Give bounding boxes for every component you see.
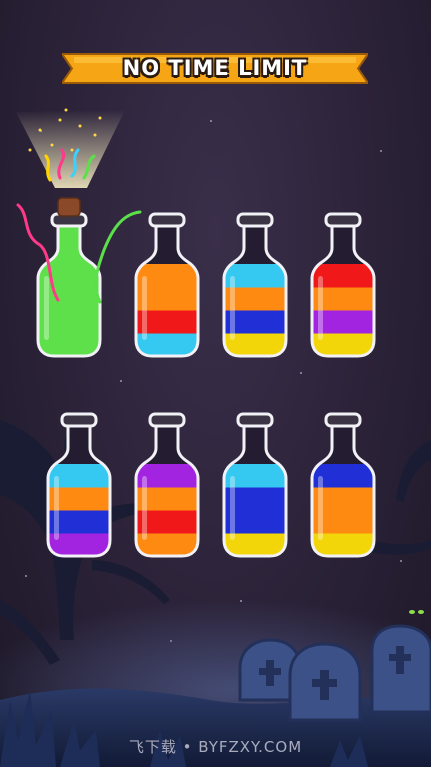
glass-highlight: [318, 476, 323, 540]
glass-highlight: [230, 276, 235, 340]
bottle-2[interactable]: [134, 192, 200, 360]
spooky-background: [0, 420, 431, 767]
glass-highlight: [142, 476, 147, 540]
bottle-rim: [324, 412, 362, 428]
bottle-4[interactable]: [310, 192, 376, 360]
glass-highlight: [142, 276, 147, 340]
bottle-3[interactable]: [222, 192, 288, 360]
bottle-8[interactable]: [310, 392, 376, 560]
bottle-5[interactable]: [46, 392, 112, 560]
bottle-6[interactable]: [134, 392, 200, 560]
level-mode-banner: NO TIME LIMIT: [62, 52, 368, 85]
cork-icon: [57, 197, 81, 217]
game-scene: NO TIME LIMIT 飞下载 • BYFZXY.COM: [0, 0, 431, 767]
glass-highlight: [230, 476, 235, 540]
banner-title: NO TIME LIMIT: [122, 56, 308, 80]
bottle-rim: [236, 412, 274, 428]
bottle-7[interactable]: [222, 392, 288, 560]
bottle-rim: [148, 412, 186, 428]
bottle-rim: [60, 412, 98, 428]
bottle-rim: [148, 212, 186, 228]
watermark-text: 飞下载 • BYFZXY.COM: [128, 738, 303, 756]
glass-highlight: [54, 476, 59, 540]
bottle-rim: [324, 212, 362, 228]
glass-highlight: [318, 276, 323, 340]
bottle-rim: [236, 212, 274, 228]
glass-highlight: [44, 276, 49, 340]
bottle-1[interactable]: [36, 192, 102, 360]
